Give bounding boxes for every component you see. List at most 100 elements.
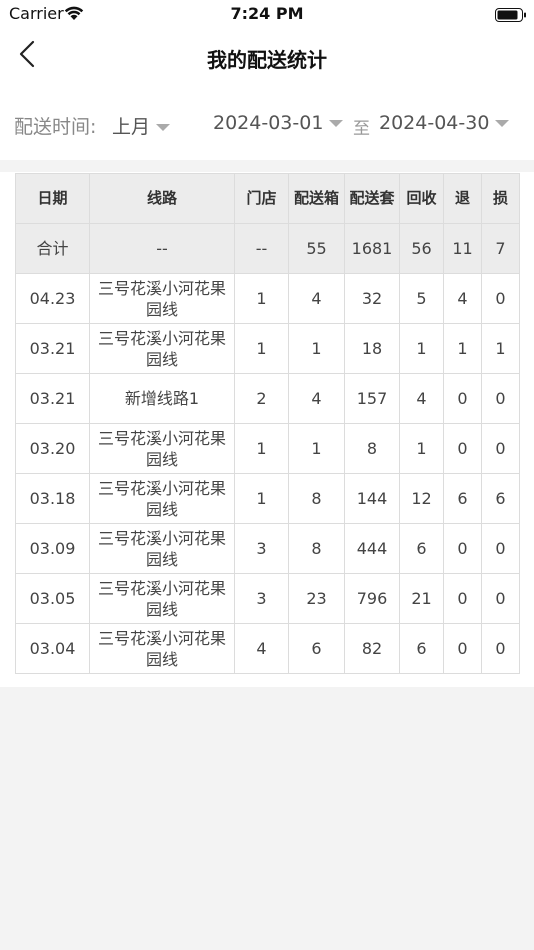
cell-boxes: 6 — [288, 623, 345, 674]
cell-date: 03.09 — [15, 523, 90, 574]
cell-recycled: 4 — [399, 373, 444, 424]
cell-route: 三号花溪小河花果园线 — [89, 473, 235, 524]
header-boxes: 配送箱 — [288, 173, 345, 224]
cell-damaged: 0 — [481, 523, 520, 574]
cell-recycled: 6 — [399, 623, 444, 674]
table-row[interactable]: 03.04 三号花溪小河花果园线 4 6 82 6 0 0 — [15, 623, 520, 674]
cell-returned: 4 — [443, 273, 482, 324]
cell-date: 03.18 — [15, 473, 90, 524]
end-date-value: 2024-04-30 — [379, 112, 490, 134]
period-select[interactable]: 上月 — [112, 112, 171, 139]
cell-date: 03.05 — [15, 573, 90, 624]
total-sets: 1681 — [344, 223, 400, 274]
cell-damaged: 6 — [481, 473, 520, 524]
header-recycled: 回收 — [399, 173, 444, 224]
total-row: 合计 -- -- 55 1681 56 11 7 — [15, 223, 520, 274]
chevron-down-icon — [329, 120, 344, 127]
cell-stores: 1 — [234, 273, 289, 324]
total-route: -- — [89, 223, 235, 274]
total-boxes: 55 — [288, 223, 345, 274]
cell-boxes: 23 — [288, 573, 345, 624]
table-header-row: 日期 线路 门店 配送箱 配送套 回收 退 损 — [15, 173, 520, 224]
cell-route: 三号花溪小河花果园线 — [89, 423, 235, 474]
cell-route: 三号花溪小河花果园线 — [89, 523, 235, 574]
table-row[interactable]: 03.09 三号花溪小河花果园线 3 8 444 6 0 0 — [15, 523, 520, 574]
header-returned: 退 — [443, 173, 482, 224]
cell-damaged: 1 — [481, 323, 520, 374]
cell-route: 新增线路1 — [89, 373, 235, 424]
start-date-select[interactable]: 2024-03-01 — [213, 112, 344, 134]
cell-returned: 0 — [443, 373, 482, 424]
period-value: 上月 — [112, 116, 151, 138]
cell-sets: 796 — [344, 573, 400, 624]
cell-date: 03.21 — [15, 323, 90, 374]
table-row[interactable]: 03.20 三号花溪小河花果园线 1 1 8 1 0 0 — [15, 423, 520, 474]
cell-sets: 144 — [344, 473, 400, 524]
cell-returned: 0 — [443, 623, 482, 674]
clock: 7:24 PM — [230, 4, 304, 23]
date-filter-bar: 配送时间: 上月 2024-03-01 至 2024-04-30 — [0, 88, 534, 160]
cell-route: 三号花溪小河花果园线 — [89, 623, 235, 674]
cell-boxes: 8 — [288, 473, 345, 524]
cell-recycled: 12 — [399, 473, 444, 524]
header-sets: 配送套 — [344, 173, 400, 224]
cell-damaged: 0 — [481, 423, 520, 474]
cell-returned: 0 — [443, 573, 482, 624]
cell-boxes: 1 — [288, 423, 345, 474]
cell-returned: 6 — [443, 473, 482, 524]
table-row[interactable]: 03.18 三号花溪小河花果园线 1 8 144 12 6 6 — [15, 473, 520, 524]
table-row[interactable]: 04.23 三号花溪小河花果园线 1 4 32 5 4 0 — [15, 273, 520, 324]
header-date: 日期 — [15, 173, 90, 224]
cell-date: 03.21 — [15, 373, 90, 424]
cell-stores: 2 — [234, 373, 289, 424]
cell-recycled: 1 — [399, 323, 444, 374]
to-label: 至 — [353, 119, 370, 139]
table-row[interactable]: 03.05 三号花溪小河花果园线 3 23 796 21 0 0 — [15, 573, 520, 624]
cell-stores: 1 — [234, 323, 289, 374]
stats-table-container: 日期 线路 门店 配送箱 配送套 回收 退 损 合计 -- -- 55 1681… — [0, 172, 534, 687]
cell-sets: 32 — [344, 273, 400, 324]
total-returned: 11 — [443, 223, 482, 274]
delivery-stats-table: 日期 线路 门店 配送箱 配送套 回收 退 损 合计 -- -- 55 1681… — [15, 173, 520, 674]
cell-stores: 3 — [234, 523, 289, 574]
delivery-time-label: 配送时间: — [14, 116, 97, 138]
cell-recycled: 6 — [399, 523, 444, 574]
cell-returned: 0 — [443, 523, 482, 574]
cell-sets: 444 — [344, 523, 400, 574]
cell-damaged: 0 — [481, 373, 520, 424]
cell-recycled: 21 — [399, 573, 444, 624]
cell-route: 三号花溪小河花果园线 — [89, 273, 235, 324]
cell-returned: 0 — [443, 423, 482, 474]
cell-boxes: 1 — [288, 323, 345, 374]
total-damaged: 7 — [481, 223, 520, 274]
end-date-select[interactable]: 2024-04-30 — [379, 112, 510, 134]
cell-returned: 1 — [443, 323, 482, 374]
cell-route: 三号花溪小河花果园线 — [89, 573, 235, 624]
cell-date: 03.20 — [15, 423, 90, 474]
table-row[interactable]: 03.21 三号花溪小河花果园线 1 1 18 1 1 1 — [15, 323, 520, 374]
header-damaged: 损 — [481, 173, 520, 224]
total-stores: -- — [234, 223, 289, 274]
cell-boxes: 4 — [288, 373, 345, 424]
cell-date: 03.04 — [15, 623, 90, 674]
cell-stores: 4 — [234, 623, 289, 674]
chevron-down-icon — [495, 120, 510, 127]
cell-boxes: 8 — [288, 523, 345, 574]
table-row[interactable]: 03.21 新增线路1 2 4 157 4 0 0 — [15, 373, 520, 424]
cell-sets: 18 — [344, 323, 400, 374]
header-stores: 门店 — [234, 173, 289, 224]
cell-damaged: 0 — [481, 623, 520, 674]
cell-stores: 3 — [234, 573, 289, 624]
cell-stores: 1 — [234, 473, 289, 524]
status-bar: Carrier 7:24 PM — [0, 0, 534, 28]
total-recycled: 56 — [399, 223, 444, 274]
cell-boxes: 4 — [288, 273, 345, 324]
cell-recycled: 5 — [399, 273, 444, 324]
cell-date: 04.23 — [15, 273, 90, 324]
total-date: 合计 — [15, 223, 90, 274]
cell-sets: 8 — [344, 423, 400, 474]
cell-sets: 82 — [344, 623, 400, 674]
navigation-bar: 我的配送统计 — [0, 28, 534, 88]
cell-damaged: 0 — [481, 273, 520, 324]
cell-sets: 157 — [344, 373, 400, 424]
